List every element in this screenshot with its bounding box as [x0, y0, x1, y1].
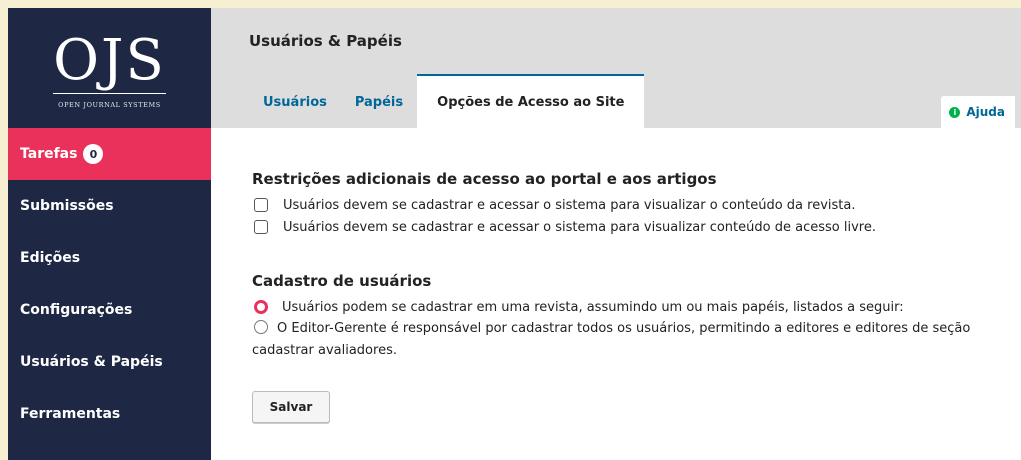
radio-button[interactable]: [254, 320, 268, 334]
registration-option-2[interactable]: O Editor-Gerente é responsável por cadas…: [252, 318, 1021, 362]
access-restrictions-title: Restrições adicionais de acesso ao porta…: [252, 170, 717, 188]
sidebar-item-label: Tarefas: [20, 146, 78, 162]
sidebar-item-tarefas[interactable]: Tarefas 0: [8, 128, 211, 180]
option-label: O Editor-Gerente é responsável por cadas…: [252, 321, 971, 358]
checkbox[interactable]: [254, 220, 268, 234]
logo-subtitle: OPEN JOURNAL SYSTEMS: [58, 101, 161, 109]
sidebar-item-ferramentas[interactable]: Ferramentas: [8, 388, 211, 440]
tab-papeis[interactable]: Papéis: [341, 76, 417, 128]
ojs-logo[interactable]: OJS OPEN JOURNAL SYSTEMS: [8, 8, 211, 128]
help-button[interactable]: i Ajuda: [941, 96, 1015, 128]
help-label: Ajuda: [966, 105, 1005, 119]
option-label: Usuários podem se cadastrar em uma revis…: [282, 299, 904, 315]
info-icon: i: [949, 106, 961, 118]
sidebar-item-label: Configurações: [20, 302, 133, 318]
tab-opcoes-acesso[interactable]: Opções de Acesso ao Site: [417, 74, 645, 128]
app: OJS OPEN JOURNAL SYSTEMS Tarefas 0 Submi…: [8, 8, 1021, 460]
sidebar: OJS OPEN JOURNAL SYSTEMS Tarefas 0 Submi…: [8, 8, 211, 460]
registration-option-1[interactable]: Usuários podem se cadastrar em uma revis…: [252, 296, 1021, 318]
tab-bar: Usuários Papéis Opções de Acesso ao Site: [251, 74, 645, 128]
sidebar-item-label: Ferramentas: [20, 406, 121, 422]
logo-text: OJS: [53, 28, 166, 94]
sidebar-item-edicoes[interactable]: Edições: [8, 232, 211, 284]
sidebar-item-usuarios-papeis[interactable]: Usuários & Papéis: [8, 336, 211, 388]
access-option-2[interactable]: Usuários devem se cadastrar e acessar o …: [252, 216, 1021, 238]
page-header: Usuários & Papéis Usuários Papéis Opções…: [211, 8, 1021, 128]
sidebar-item-label: Edições: [20, 250, 81, 266]
main-panel: Usuários & Papéis Usuários Papéis Opções…: [211, 8, 1021, 460]
settings-form: Restrições adicionais de acesso ao porta…: [211, 128, 1021, 460]
sidebar-item-configuracoes[interactable]: Configurações: [8, 284, 211, 336]
sidebar-item-label: Usuários & Papéis: [20, 354, 163, 370]
sidebar-item-label: Submissões: [20, 198, 114, 214]
option-label: Usuários devem se cadastrar e acessar o …: [283, 197, 856, 213]
access-option-1[interactable]: Usuários devem se cadastrar e acessar o …: [252, 194, 1021, 216]
tab-usuarios[interactable]: Usuários: [251, 76, 341, 128]
checkbox[interactable]: [254, 198, 268, 212]
save-button[interactable]: Salvar: [252, 391, 330, 423]
user-registration-title: Cadastro de usuários: [252, 272, 432, 290]
page-title: Usuários & Papéis: [249, 32, 402, 50]
sidebar-item-submissoes[interactable]: Submissões: [8, 180, 211, 232]
tasks-count-badge: 0: [83, 144, 104, 164]
option-label: Usuários devem se cadastrar e acessar o …: [283, 219, 876, 235]
radio-button-selected[interactable]: [254, 300, 268, 314]
